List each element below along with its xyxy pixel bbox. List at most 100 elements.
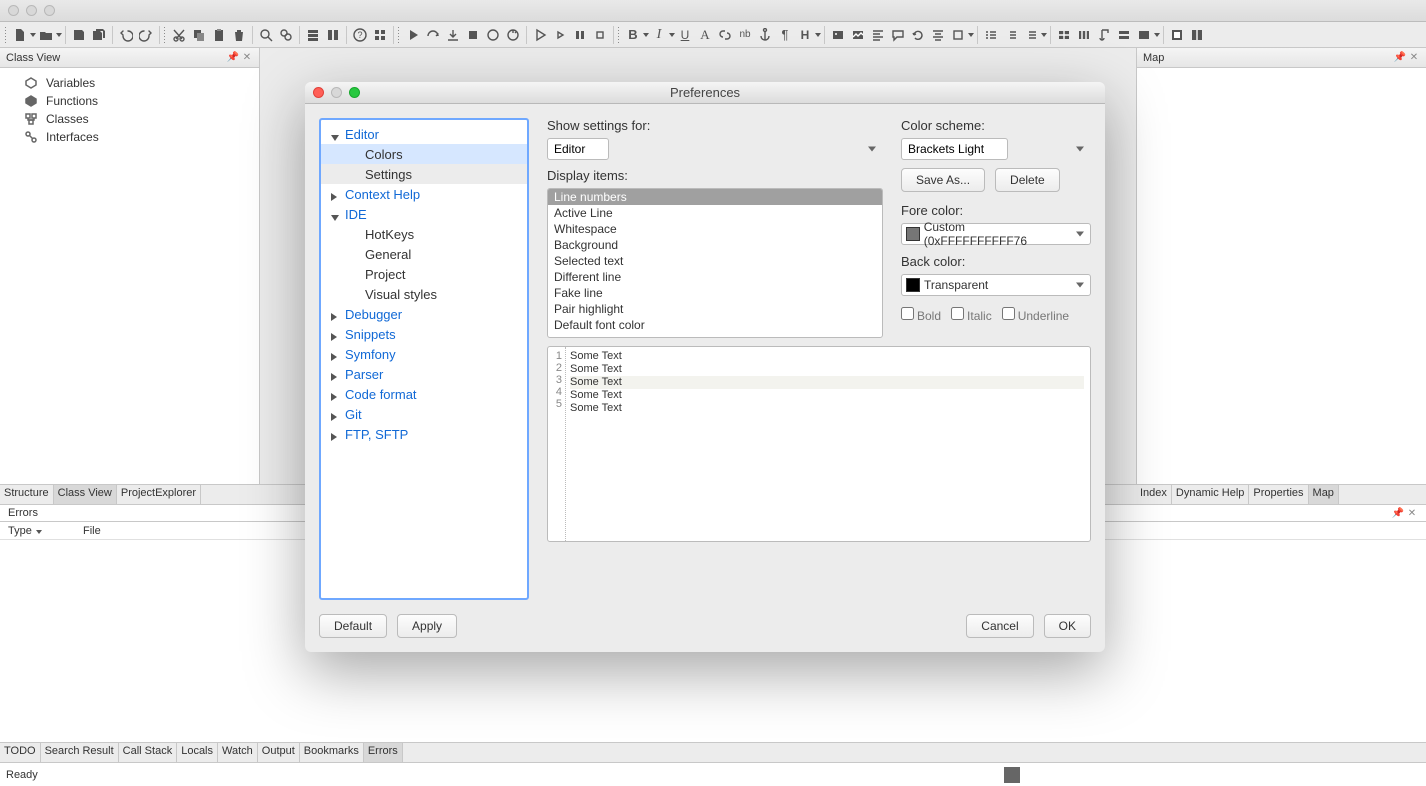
close-icon[interactable]: ✕ (1406, 507, 1418, 519)
tree-code-format[interactable]: Code format (321, 384, 527, 404)
zoom-icon[interactable] (349, 87, 360, 98)
center-icon[interactable] (929, 26, 947, 44)
tree-ftp[interactable]: FTP, SFTP (321, 424, 527, 444)
link-icon[interactable] (716, 26, 734, 44)
image2-icon[interactable] (849, 26, 867, 44)
save-as-button[interactable]: Save As... (901, 168, 985, 192)
nbsp-icon[interactable]: nb (736, 26, 754, 44)
box-icon[interactable] (949, 26, 967, 44)
cancel-button[interactable]: Cancel (966, 614, 1033, 638)
tree-item-interfaces[interactable]: Interfaces (8, 128, 251, 146)
list-item[interactable]: Fake line (548, 285, 882, 301)
cut-icon[interactable] (170, 26, 188, 44)
heading-icon[interactable]: H (796, 26, 814, 44)
grid-icon[interactable] (371, 26, 389, 44)
dropdown-icon[interactable] (30, 27, 36, 43)
step-into-icon[interactable] (444, 26, 462, 44)
list-item[interactable]: Whitespace (548, 221, 882, 237)
tree-context-help[interactable]: Context Help (321, 184, 527, 204)
restart-icon[interactable] (504, 26, 522, 44)
paste-icon[interactable] (210, 26, 228, 44)
preferences-tree[interactable]: Editor Colors Settings Context Help IDE … (319, 118, 529, 600)
tab-call-stack[interactable]: Call Stack (119, 743, 178, 762)
font-icon[interactable]: A (696, 26, 714, 44)
dropdown-icon[interactable] (56, 27, 62, 43)
bold-checkbox[interactable]: Bold (901, 307, 941, 323)
script-icon[interactable] (1095, 26, 1113, 44)
stop2-icon[interactable] (591, 26, 609, 44)
tree-visual-styles[interactable]: Visual styles (321, 284, 527, 304)
table-icon[interactable] (1055, 26, 1073, 44)
list-item[interactable]: Default font color (548, 317, 882, 333)
italic-icon[interactable]: I (650, 26, 668, 44)
tree-colors[interactable]: Colors (321, 144, 527, 164)
save-icon[interactable] (70, 26, 88, 44)
dropdown-icon[interactable] (643, 27, 649, 43)
tab-class-view[interactable]: Class View (54, 485, 117, 504)
undo-icon[interactable] (117, 26, 135, 44)
comment-icon[interactable] (889, 26, 907, 44)
tree-hotkeys[interactable]: HotKeys (321, 224, 527, 244)
apply-button[interactable]: Apply (397, 614, 457, 638)
list-item[interactable]: Selected text (548, 253, 882, 269)
stop-icon[interactable] (464, 26, 482, 44)
back-color-select[interactable]: Transparent (901, 274, 1091, 296)
toggle-panel-icon[interactable] (304, 26, 322, 44)
list-item[interactable]: Background (548, 237, 882, 253)
list-item[interactable]: Line numbers (548, 189, 882, 205)
dropdown-icon[interactable] (669, 27, 675, 43)
breakpoint-icon[interactable] (484, 26, 502, 44)
olist-icon[interactable] (1002, 26, 1020, 44)
default-button[interactable]: Default (319, 614, 387, 638)
underline-icon[interactable]: U (676, 26, 694, 44)
tree-ide[interactable]: IDE (321, 204, 527, 224)
italic-checkbox[interactable]: Italic (951, 307, 992, 323)
zoom-icon[interactable] (44, 5, 55, 16)
ok-button[interactable]: OK (1044, 614, 1091, 638)
open-icon[interactable] (37, 26, 55, 44)
col-type[interactable]: Type (0, 525, 75, 537)
olist2-icon[interactable] (1022, 26, 1040, 44)
tab-properties[interactable]: Properties (1249, 485, 1308, 504)
fore-color-select[interactable]: Custom (0xFFFFFFFFFF76 (901, 223, 1091, 245)
dropdown-icon[interactable] (1154, 27, 1160, 43)
tree-parser[interactable]: Parser (321, 364, 527, 384)
class-view-tree[interactable]: Variables Functions Classes Interfaces (0, 68, 259, 484)
run-icon[interactable] (404, 26, 422, 44)
frame-icon[interactable] (1168, 26, 1186, 44)
image-icon[interactable] (829, 26, 847, 44)
tab-structure[interactable]: Structure (0, 485, 54, 504)
toggle-panel2-icon[interactable] (324, 26, 342, 44)
paragraph-icon[interactable]: ¶ (776, 26, 794, 44)
tree-item-functions[interactable]: Functions (8, 92, 251, 110)
dropdown-icon[interactable] (968, 27, 974, 43)
refresh-icon[interactable] (909, 26, 927, 44)
delete-icon[interactable] (230, 26, 248, 44)
tab-todo[interactable]: TODO (0, 743, 41, 762)
close-icon[interactable]: ✕ (241, 52, 253, 64)
tab-bookmarks[interactable]: Bookmarks (300, 743, 364, 762)
delete-button[interactable]: Delete (995, 168, 1060, 192)
tab-watch[interactable]: Watch (218, 743, 258, 762)
display-items-list[interactable]: Line numbers Active Line Whitespace Back… (547, 188, 883, 338)
minimize-icon[interactable] (331, 87, 342, 98)
tab-locals[interactable]: Locals (177, 743, 218, 762)
tab-project-explorer[interactable]: ProjectExplorer (117, 485, 201, 504)
new-file-icon[interactable] (11, 26, 29, 44)
dropdown-icon[interactable] (815, 27, 821, 43)
col-file[interactable]: File (75, 525, 109, 537)
minimize-icon[interactable] (26, 5, 37, 16)
tree-debugger[interactable]: Debugger (321, 304, 527, 324)
bold-icon[interactable]: B (624, 26, 642, 44)
redo-icon[interactable] (137, 26, 155, 44)
frame2-icon[interactable] (1188, 26, 1206, 44)
tree-settings[interactable]: Settings (321, 164, 527, 184)
pin-icon[interactable]: 📌 (1394, 52, 1406, 64)
list-item[interactable]: Pair highlight (548, 301, 882, 317)
dropdown-icon[interactable] (1041, 27, 1047, 43)
tab-index[interactable]: Index (1136, 485, 1172, 504)
tree-item-classes[interactable]: Classes (8, 110, 251, 128)
play-small-icon[interactable] (551, 26, 569, 44)
align-icon[interactable] (869, 26, 887, 44)
tree-editor[interactable]: Editor (321, 124, 527, 144)
